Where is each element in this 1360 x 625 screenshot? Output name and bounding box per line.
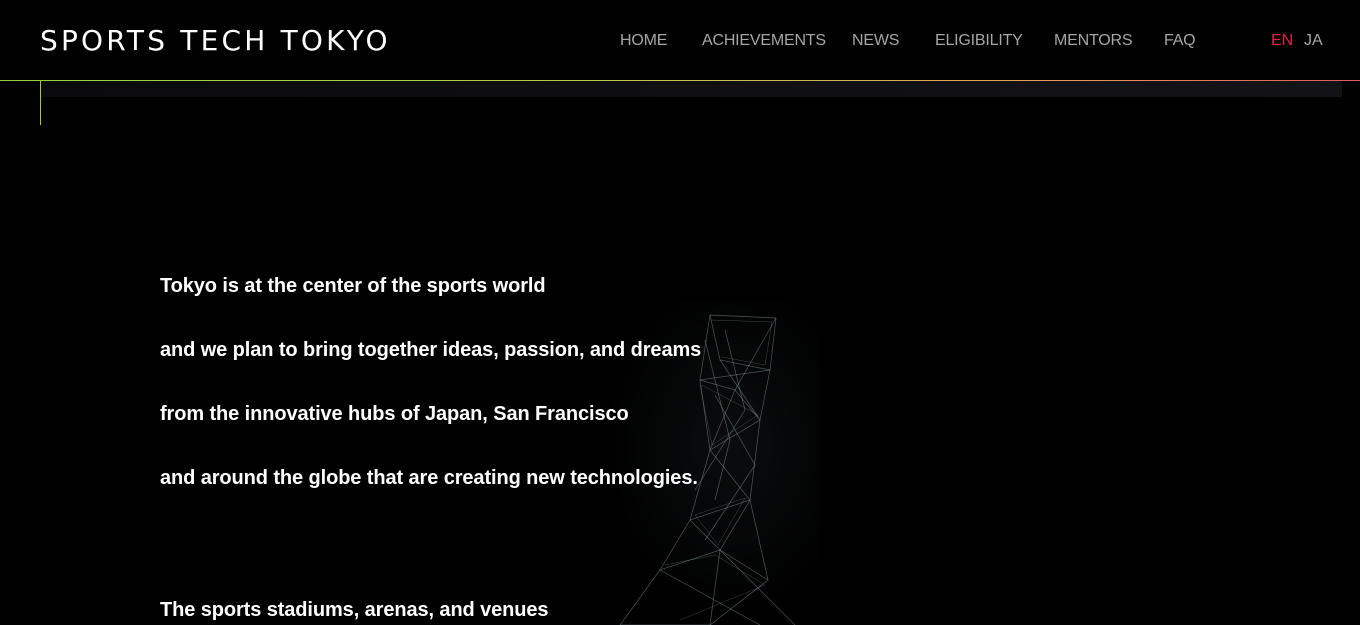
nav-item-eligibility[interactable]: ELIGIBILITY (935, 31, 1023, 51)
nav-item-mentors[interactable]: MENTORS (1054, 31, 1133, 51)
header-shadow-band (40, 81, 1342, 97)
main-nav: HOME ACHIEVEMENTS NEWS ELIGIBILITY MENTO… (0, 31, 1360, 51)
header-gradient-divider (0, 80, 1360, 81)
intro-line: from the innovative hubs of Japan, San F… (160, 403, 629, 425)
intro-line: and around the globe that are creating n… (160, 467, 698, 489)
nav-item-news[interactable]: NEWS (852, 31, 899, 51)
second-paragraph-line: The sports stadiums, arenas, and venues (160, 599, 549, 621)
nav-item-achievements[interactable]: ACHIEVEMENTS (702, 31, 826, 51)
intro-line: Tokyo is at the center of the sports wor… (160, 275, 546, 297)
nav-item-faq[interactable]: FAQ (1164, 31, 1196, 51)
accent-vertical-line (40, 81, 41, 125)
page: SPORTS TECH TOKYO HOME ACHIEVEMENTS NEWS… (0, 0, 1360, 625)
nav-item-home[interactable]: HOME (620, 31, 667, 51)
language-ja-link[interactable]: JA (1304, 31, 1323, 51)
site-header: SPORTS TECH TOKYO HOME ACHIEVEMENTS NEWS… (0, 0, 1360, 80)
language-en-link[interactable]: EN (1271, 31, 1293, 51)
intro-line: and we plan to bring together ideas, pas… (160, 339, 702, 361)
